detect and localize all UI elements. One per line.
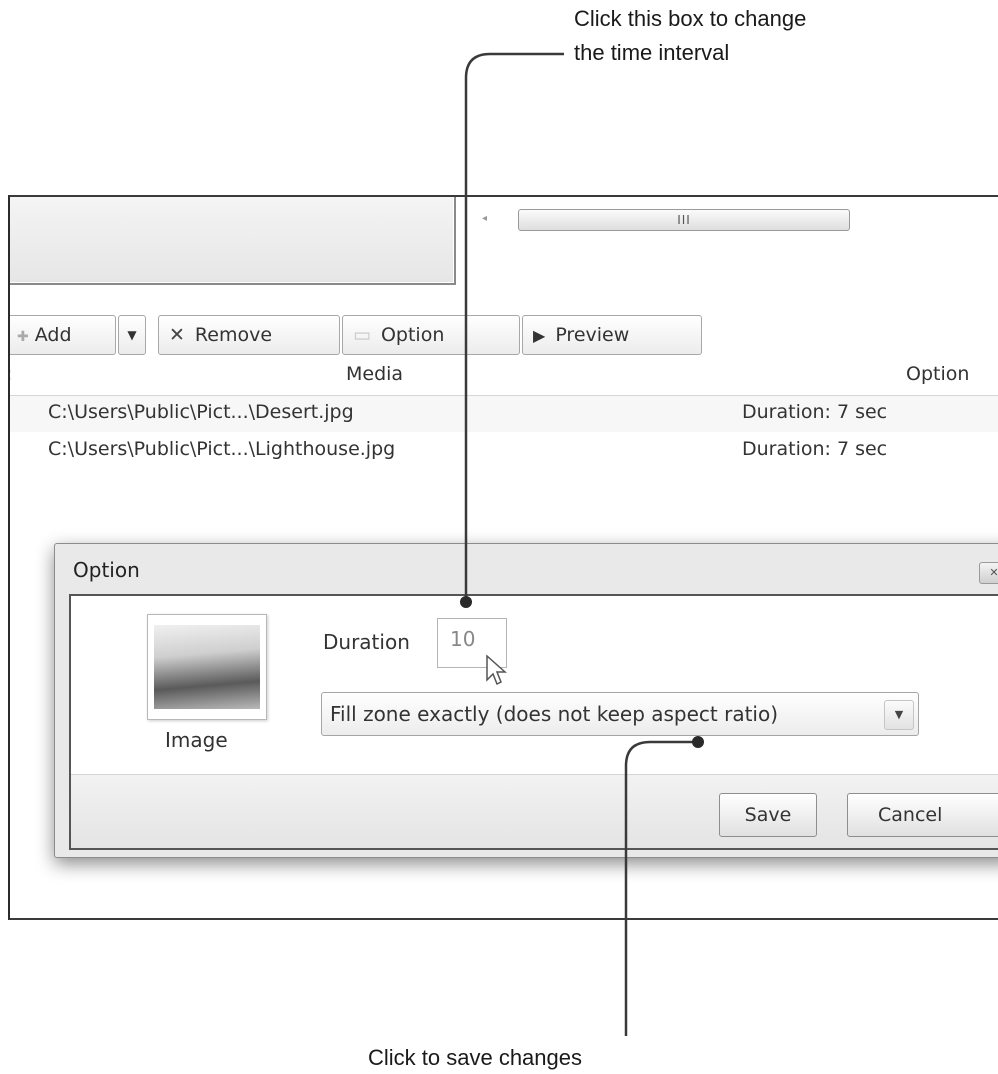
- media-option: Duration: 7 sec: [742, 401, 888, 423]
- document-icon: ▭: [353, 324, 371, 346]
- fill-mode-select[interactable]: Fill zone exactly (does not keep aspect …: [321, 692, 919, 736]
- column-header-option[interactable]: Option: [906, 363, 969, 385]
- media-option: Duration: 7 sec: [742, 438, 888, 460]
- preview-button[interactable]: ▶ Preview: [522, 315, 702, 355]
- add-label: Add: [34, 324, 72, 346]
- cancel-button[interactable]: Cancel: [847, 793, 998, 837]
- list-item[interactable]: C:\Users\Public\Pict...\Lighthouse.jpg D…: [10, 433, 998, 469]
- dialog-body: Image Duration 10 Fill zone exactly (doe…: [69, 594, 998, 850]
- duration-label: Duration: [323, 630, 410, 654]
- dialog-content: Image Duration 10 Fill zone exactly (doe…: [71, 596, 998, 775]
- close-button[interactable]: ✕: [979, 562, 998, 584]
- mouse-cursor-icon: [486, 654, 507, 686]
- preview-label: Preview: [555, 324, 630, 346]
- list-item[interactable]: C:\Users\Public\Pict...\Desert.jpg Durat…: [10, 396, 998, 432]
- option-button[interactable]: ▭ Option: [342, 315, 520, 355]
- play-icon: ▶: [533, 326, 546, 345]
- plus-icon: ✚: [17, 329, 29, 345]
- add-button[interactable]: ✚ Add: [10, 315, 116, 355]
- remove-button[interactable]: ✕ Remove: [158, 315, 340, 355]
- add-dropdown-button[interactable]: ▼: [118, 315, 146, 355]
- dialog-title: Option: [73, 558, 140, 582]
- x-icon: ✕: [169, 324, 185, 346]
- option-label: Option: [380, 324, 445, 346]
- media-toolbar: ✚ Add ▼ ✕ Remove ▭ Option ▶ Preview: [10, 315, 710, 355]
- preview-panel: [10, 197, 456, 285]
- save-button[interactable]: Save: [719, 793, 817, 837]
- media-path: C:\Users\Public\Pict...\Lighthouse.jpg: [48, 438, 396, 460]
- image-thumbnail: [147, 614, 267, 720]
- option-dialog: Option ✕ Image Duration 10 Fill zone exa…: [54, 543, 998, 858]
- column-header-media[interactable]: Media: [346, 363, 403, 385]
- remove-label: Remove: [194, 324, 273, 346]
- callout-save: Click to save changes: [368, 1045, 582, 1070]
- image-label: Image: [165, 728, 228, 752]
- scroll-left-icon[interactable]: ◂: [482, 213, 487, 224]
- horizontal-scrollbar[interactable]: ◂ III: [482, 209, 852, 233]
- landscape-image: [154, 625, 260, 709]
- media-path: C:\Users\Public\Pict...\Desert.jpg: [48, 401, 354, 423]
- fill-mode-value: Fill zone exactly (does not keep aspect …: [330, 702, 779, 726]
- callout-duration-line1: Click this box to change: [574, 6, 807, 31]
- close-icon: ✕: [989, 566, 998, 579]
- dialog-footer: Save Cancel: [71, 775, 998, 848]
- chevron-down-icon[interactable]: ▼: [884, 700, 914, 730]
- media-list-header: : Media Option: [10, 357, 998, 396]
- column-edge-marker: :: [10, 363, 12, 385]
- app-window: ◂ III ✚ Add ▼ ✕ Remove ▭ Option ▶ Preview : …: [8, 195, 998, 920]
- callout-duration-line2: the time interval: [574, 40, 730, 65]
- scrollbar-thumb[interactable]: III: [518, 209, 850, 231]
- chevron-down-icon: ▼: [127, 328, 137, 342]
